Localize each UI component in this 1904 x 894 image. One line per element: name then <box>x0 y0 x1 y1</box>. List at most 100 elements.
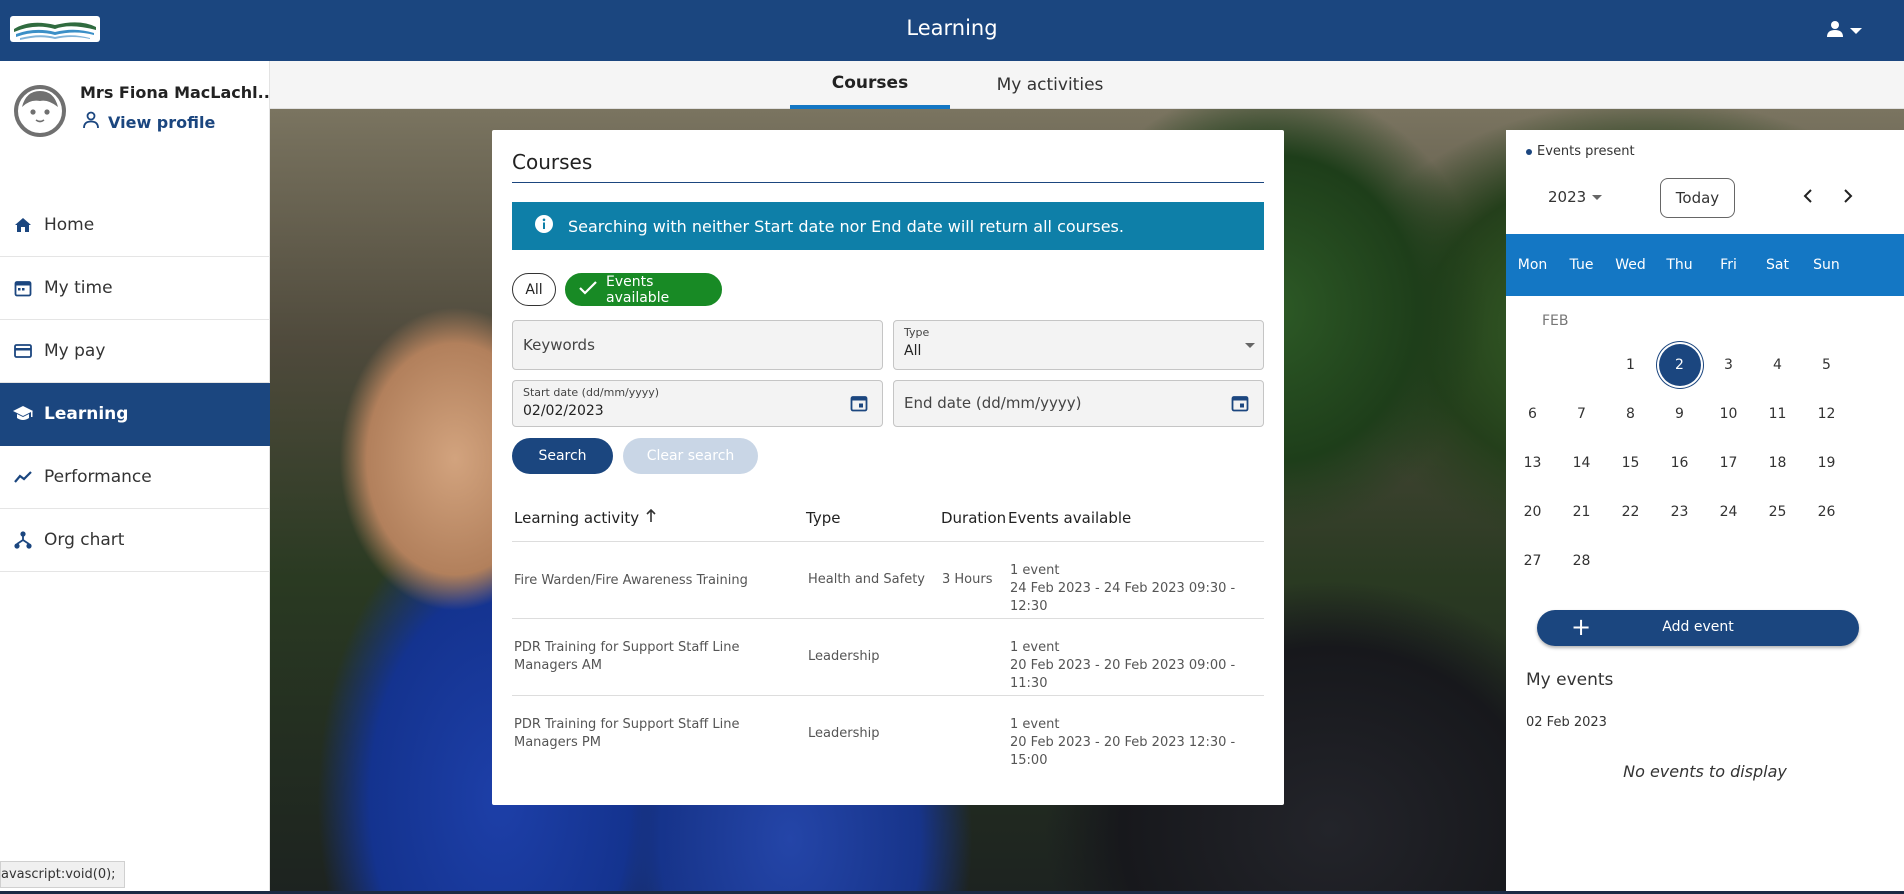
sidebar-item-label: My pay <box>44 341 106 361</box>
sidebar-item-org-chart[interactable]: Org chart <box>0 509 270 572</box>
calendar-picker-icon[interactable] <box>850 394 868 416</box>
calendar-day[interactable]: 28 <box>1561 540 1603 582</box>
sidebar-item-label: Learning <box>44 404 129 424</box>
tab-bar: Courses My activities <box>270 61 1904 109</box>
row-events-range: 20 Feb 2023 - 20 Feb 2023 09:00 - 11:30 <box>1010 658 1236 691</box>
type-label: Type <box>904 326 930 339</box>
calendar-day[interactable]: 13 <box>1512 442 1554 484</box>
year-select[interactable]: 2023 <box>1548 188 1603 206</box>
weekday-header: Mon Tue Wed Thu Fri Sat Sun <box>1506 234 1904 296</box>
today-button[interactable]: Today <box>1660 178 1735 218</box>
year-value: 2023 <box>1548 188 1587 206</box>
user-name: Mrs Fiona MacLachl... <box>80 83 276 102</box>
check-icon <box>578 280 598 300</box>
profile-panel: Mrs Fiona MacLachl... View profile <box>0 61 276 151</box>
filter-chip-all[interactable]: All <box>512 273 556 306</box>
calendar-day[interactable]: 17 <box>1708 442 1750 484</box>
start-date-field[interactable]: Start date (dd/mm/yyyy) 02/02/2023 <box>512 380 883 427</box>
sidebar-nav: Home My time My pay Learning Performance <box>0 194 270 572</box>
calendar-day[interactable]: 22 <box>1610 491 1652 533</box>
user-menu[interactable] <box>1826 18 1876 44</box>
calendar-day[interactable]: 10 <box>1708 393 1750 435</box>
app-title: Learning <box>906 16 998 40</box>
calendar-picker-icon[interactable] <box>1231 394 1249 416</box>
sidebar-item-home[interactable]: Home <box>0 194 270 257</box>
sidebar-item-my-pay[interactable]: My pay <box>0 320 270 383</box>
add-event-label: Add event <box>1662 619 1734 635</box>
calendar-day-selected[interactable]: 2 <box>1658 344 1701 386</box>
previous-month-button[interactable] <box>1796 186 1820 210</box>
end-date-placeholder: End date (dd/mm/yyyy) <box>904 394 1082 412</box>
chevron-down-icon <box>1245 343 1255 348</box>
view-profile-label: View profile <box>108 112 216 132</box>
row-events: 1 event 24 Feb 2023 - 24 Feb 2023 09:30 … <box>1010 562 1264 616</box>
table-row[interactable]: PDR Training for Support Staff Line Mana… <box>512 696 1264 773</box>
table-row[interactable]: Fire Warden/Fire Awareness Training Heal… <box>512 542 1264 619</box>
calendar-day[interactable]: 4 <box>1757 344 1799 386</box>
next-month-button[interactable] <box>1836 186 1860 210</box>
column-learning-activity[interactable]: Learning activity <box>514 508 657 527</box>
type-select[interactable]: Type All <box>893 320 1264 370</box>
sidebar-item-my-time[interactable]: My time <box>0 257 270 320</box>
calendar-day[interactable]: 6 <box>1512 393 1554 435</box>
sidebar-item-label: My time <box>44 278 113 298</box>
row-activity[interactable]: PDR Training for Support Staff Line Mana… <box>514 639 794 675</box>
calendar-day[interactable]: 18 <box>1757 442 1799 484</box>
calendar-day[interactable]: 20 <box>1512 491 1554 533</box>
calendar-day[interactable]: 14 <box>1561 442 1603 484</box>
calendar-day[interactable]: 26 <box>1806 491 1848 533</box>
month-label: FEB <box>1542 313 1569 329</box>
column-type[interactable]: Type <box>806 509 840 527</box>
end-date-field[interactable]: End date (dd/mm/yyyy) <box>893 380 1264 427</box>
calendar-day[interactable]: 12 <box>1806 393 1848 435</box>
search-button[interactable]: Search <box>512 438 613 474</box>
row-events: 1 event 20 Feb 2023 - 20 Feb 2023 09:00 … <box>1010 639 1264 693</box>
sidebar-item-learning[interactable]: Learning <box>0 383 270 446</box>
sidebar-item-performance[interactable]: Performance <box>0 446 270 509</box>
person-outline-icon <box>82 111 100 133</box>
events-legend: Events present <box>1526 144 1635 159</box>
info-icon <box>534 214 554 238</box>
calendar-day[interactable]: 19 <box>1806 442 1848 484</box>
start-date-label: Start date (dd/mm/yyyy) <box>523 386 660 399</box>
calendar-day[interactable]: 9 <box>1659 393 1701 435</box>
calendar-day[interactable]: 24 <box>1708 491 1750 533</box>
calendar-day[interactable]: 7 <box>1561 393 1603 435</box>
calendar-day[interactable]: 1 <box>1610 344 1652 386</box>
calendar-day[interactable]: 23 <box>1659 491 1701 533</box>
row-events-range: 20 Feb 2023 - 20 Feb 2023 12:30 - 15:00 <box>1010 735 1236 768</box>
view-profile-link[interactable]: View profile <box>82 111 215 133</box>
calendar-icon <box>12 277 34 299</box>
weekday-label: Tue <box>1569 257 1594 273</box>
clear-search-button[interactable]: Clear search <box>623 438 758 474</box>
chevron-right-icon <box>1841 188 1855 208</box>
calendar-day[interactable]: 8 <box>1610 393 1652 435</box>
add-event-button[interactable]: + Add event <box>1537 610 1859 646</box>
calendar-day[interactable]: 27 <box>1512 540 1554 582</box>
row-activity[interactable]: PDR Training for Support Staff Line Mana… <box>514 716 794 752</box>
keywords-input[interactable]: Keywords <box>512 320 883 370</box>
weekday-label: Sun <box>1813 257 1840 273</box>
calendar-day[interactable]: 21 <box>1561 491 1603 533</box>
tab-courses[interactable]: Courses <box>790 61 950 109</box>
chevron-down-icon <box>1850 28 1862 34</box>
filter-chip-events-available[interactable]: Events available <box>565 273 722 306</box>
calendar-day[interactable]: 16 <box>1659 442 1701 484</box>
calendar-day[interactable]: 15 <box>1610 442 1652 484</box>
sidebar: Mrs Fiona MacLachl... View profile Home … <box>0 61 276 894</box>
tab-my-activities[interactable]: My activities <box>970 61 1130 109</box>
calendar-day[interactable]: 11 <box>1757 393 1799 435</box>
calendar-day[interactable]: 25 <box>1757 491 1799 533</box>
row-activity[interactable]: Fire Warden/Fire Awareness Training <box>514 572 794 590</box>
calendar-day[interactable]: 5 <box>1806 344 1848 386</box>
sidebar-item-label: Performance <box>44 467 152 487</box>
keywords-placeholder: Keywords <box>523 336 595 354</box>
row-events-count: 1 event <box>1010 640 1060 655</box>
column-duration[interactable]: Duration <box>941 509 1006 527</box>
calendar-day[interactable]: 3 <box>1708 344 1750 386</box>
table-row[interactable]: PDR Training for Support Staff Line Mana… <box>512 619 1264 696</box>
event-dot-icon <box>1526 148 1532 155</box>
column-events-available[interactable]: Events available <box>1008 509 1131 527</box>
home-icon <box>12 214 34 236</box>
filter-chip-label: Events available <box>606 273 670 306</box>
